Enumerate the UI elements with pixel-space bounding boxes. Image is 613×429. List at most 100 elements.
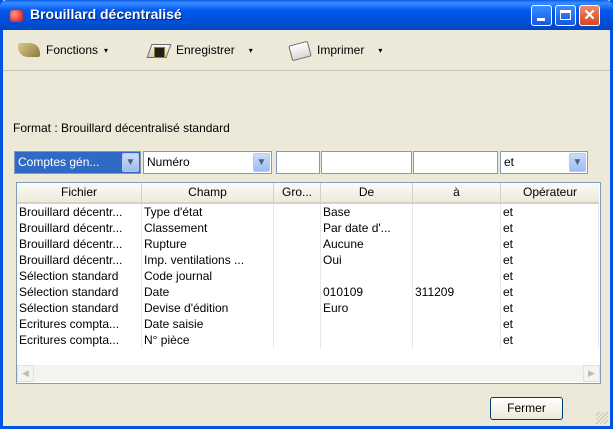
cell-operateur[interactable]: et [501,220,599,236]
cell-a[interactable] [413,332,501,348]
app-icon [10,10,23,22]
cell-a[interactable] [413,220,501,236]
fichier-filter-value: Comptes gén... [18,155,100,169]
cell-de[interactable]: Aucune [321,236,413,252]
cell-champ[interactable]: Rupture [142,236,274,252]
cell-gro[interactable] [274,204,321,220]
a-filter-input[interactable] [413,151,498,174]
functions-menu-button[interactable]: Fonctions ▾ [15,40,108,60]
table-row[interactable]: Sélection standard Code journal et [17,268,599,284]
cell-a[interactable] [413,268,501,284]
cell-operateur[interactable]: et [501,300,599,316]
cell-champ[interactable]: N° pièce [142,332,274,348]
cell-fichier[interactable]: Brouillard décentr... [17,204,142,220]
table-row[interactable]: Brouillard décentr... Classement Par date … [17,220,599,236]
minimize-button[interactable] [531,5,552,26]
cell-champ[interactable]: Type d'état [142,204,274,220]
cell-champ[interactable]: Devise d'édition [142,300,274,316]
cell-fichier[interactable]: Sélection standard [17,268,142,284]
cell-gro[interactable] [274,316,321,332]
functions-icon [15,40,43,60]
column-header-gro[interactable]: Gro... [274,183,321,202]
title-bar[interactable]: Brouillard décentralisé ✕ [0,0,613,30]
maximize-button[interactable] [555,5,576,26]
cell-fichier[interactable]: Ecritures compta... [17,332,142,348]
table-row[interactable]: Brouillard décentr... Rupture Aucune et [17,236,599,252]
minimize-icon [537,18,545,21]
cell-de[interactable] [321,268,413,284]
cell-a[interactable]: 311209 [413,284,501,300]
resize-grip[interactable] [596,412,608,424]
dropdown-arrow-icon[interactable]: ▼ [122,153,139,172]
print-menu-button[interactable]: Imprimer ▾ [286,40,382,60]
cell-champ[interactable]: Imp. ventilations ... [142,252,274,268]
scroll-right-icon[interactable]: ▶ [583,365,600,382]
cell-operateur[interactable]: et [501,316,599,332]
cell-operateur[interactable]: et [501,252,599,268]
cell-fichier[interactable]: Sélection standard [17,300,142,316]
cell-gro[interactable] [274,300,321,316]
close-button[interactable]: Fermer [490,397,563,420]
save-menu-button[interactable]: Enregistrer ▾ [145,40,253,60]
table-row[interactable]: Ecritures compta... Date saisie et [17,316,599,332]
cell-a[interactable] [413,252,501,268]
scroll-left-icon[interactable]: ◀ [17,365,34,382]
dropdown-arrow-icon[interactable]: ▼ [569,153,586,172]
criteria-grid: Fichier Champ Gro... De à Opérateur Brou… [16,182,601,384]
fichier-filter-select[interactable]: Comptes gén... ▼ [14,151,141,174]
cell-de[interactable] [321,332,413,348]
cell-de[interactable]: 010109 [321,284,413,300]
operateur-filter-value: et [504,155,515,169]
cell-gro[interactable] [274,268,321,284]
horizontal-scrollbar[interactable]: ◀ ▶ [17,365,600,382]
de-filter-input[interactable] [321,151,412,174]
cell-gro[interactable] [274,236,321,252]
cell-operateur[interactable]: et [501,332,599,348]
cell-de[interactable]: Oui [321,252,413,268]
table-row[interactable]: Ecritures compta... N° pièce et [17,332,599,348]
brouillard-window: Brouillard décentralisé ✕ Fonctions ▾ En… [0,0,613,429]
cell-champ[interactable]: Classement [142,220,274,236]
cell-fichier[interactable]: Ecritures compta... [17,316,142,332]
column-header-champ[interactable]: Champ [142,183,274,202]
champ-filter-select[interactable]: Numéro ▼ [143,151,272,174]
cell-gro[interactable] [274,252,321,268]
cell-operateur[interactable]: et [501,236,599,252]
print-icon [286,40,314,60]
cell-de[interactable]: Euro [321,300,413,316]
table-row[interactable]: Sélection standard Devise d'édition Euro et [17,300,599,316]
table-row[interactable]: Sélection standard Date 010109 311209 et [17,284,599,300]
cell-de[interactable] [321,316,413,332]
table-row[interactable]: Brouillard décentr... Type d'état Base et [17,204,599,220]
cell-a[interactable] [413,236,501,252]
cell-fichier[interactable]: Brouillard décentr... [17,220,142,236]
cell-gro[interactable] [274,284,321,300]
cell-champ[interactable]: Date [142,284,274,300]
column-header-a[interactable]: à [413,183,501,202]
column-header-fichier[interactable]: Fichier [17,183,142,202]
cell-operateur[interactable]: et [501,284,599,300]
cell-fichier[interactable]: Sélection standard [17,284,142,300]
save-label: Enregistrer [176,43,235,57]
cell-a[interactable] [413,204,501,220]
cell-gro[interactable] [274,220,321,236]
cell-champ[interactable]: Date saisie [142,316,274,332]
cell-de[interactable]: Base [321,204,413,220]
cell-a[interactable] [413,300,501,316]
gro-filter-input[interactable] [276,151,320,174]
cell-fichier[interactable]: Brouillard décentr... [17,236,142,252]
cell-operateur[interactable]: et [501,204,599,220]
window-title: Brouillard décentralisé [30,6,182,22]
cell-de[interactable]: Par date d'... [321,220,413,236]
column-header-operateur[interactable]: Opérateur [501,183,599,202]
cell-champ[interactable]: Code journal [142,268,274,284]
cell-operateur[interactable]: et [501,268,599,284]
cell-gro[interactable] [274,332,321,348]
table-row[interactable]: Brouillard décentr... Imp. ventilations .… [17,252,599,268]
cell-a[interactable] [413,316,501,332]
column-header-de[interactable]: De [321,183,413,202]
cell-fichier[interactable]: Brouillard décentr... [17,252,142,268]
close-window-button[interactable]: ✕ [579,5,600,26]
operateur-filter-select[interactable]: et ▼ [500,151,588,174]
dropdown-arrow-icon[interactable]: ▼ [253,153,270,172]
